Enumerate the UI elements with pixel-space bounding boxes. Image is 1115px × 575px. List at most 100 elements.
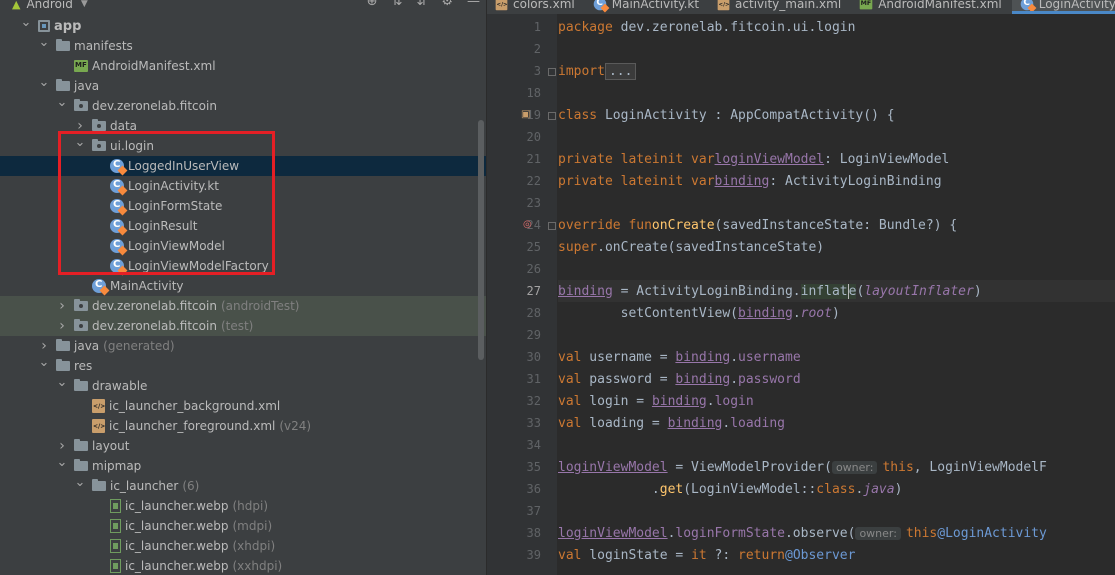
tree-item[interactable]: res xyxy=(0,356,486,376)
tree-item[interactable]: LoginResult xyxy=(0,216,486,236)
code-line[interactable]: super .onCreate(savedInstanceState) xyxy=(558,236,1115,258)
code-line[interactable] xyxy=(558,126,1115,148)
chevron-right-icon[interactable] xyxy=(56,438,68,454)
override-marker-icon[interactable]: ◎ xyxy=(523,219,532,230)
chevron-down-icon[interactable] xyxy=(74,139,86,154)
tree-item[interactable]: ic_launcher_background.xml xyxy=(0,396,486,416)
tree-item[interactable]: ic_launcher_foreground.xml(v24) xyxy=(0,416,486,436)
editor-tab[interactable]: AndroidManifest.xml xyxy=(851,0,1012,14)
code-line[interactable]: val loading = binding. loading xyxy=(558,412,1115,434)
fold-toggle-icon[interactable] xyxy=(548,68,556,76)
chevron-down-icon[interactable] xyxy=(74,479,86,494)
code-line[interactable]: val password = binding. password xyxy=(558,368,1115,390)
fold-toggle-icon[interactable] xyxy=(548,112,556,120)
editor-tab[interactable]: MainActivity.kt xyxy=(585,0,709,14)
tree-item[interactable]: ic_launcher.webp (xxhdpi) xyxy=(0,556,486,575)
project-scrollbar[interactable] xyxy=(478,120,484,360)
kotlin-class-icon xyxy=(110,179,124,193)
tree-item[interactable]: ic_launcher.webp (xhdpi) xyxy=(0,536,486,556)
chevron-down-icon[interactable]: ▼ xyxy=(81,0,88,9)
tree-item[interactable]: ic_launcher(6) xyxy=(0,476,486,496)
code-line[interactable]: import ... xyxy=(558,60,1115,82)
folder-icon xyxy=(56,39,70,51)
code-line[interactable] xyxy=(558,434,1115,456)
code-line[interactable] xyxy=(558,258,1115,280)
tree-item[interactable]: manifests xyxy=(0,36,486,56)
code-line[interactable]: loginViewModel. loginFormState .observe(ow… xyxy=(558,522,1115,544)
chevron-down-icon[interactable] xyxy=(56,459,68,474)
tree-item[interactable]: dev.zeronelab.fitcoin(test) xyxy=(0,316,486,336)
kotlin-class-icon xyxy=(110,199,124,213)
tree-item[interactable]: dev.zeronelab.fitcoin xyxy=(0,96,486,116)
collapse-all-icon[interactable]: ⇵ xyxy=(416,0,427,9)
tree-item[interactable]: ic_launcher.webp (mdpi) xyxy=(0,516,486,536)
chevron-right-icon[interactable] xyxy=(38,338,50,354)
project-view-selector[interactable]: Android xyxy=(26,0,72,11)
tree-item-suffix: (xhdpi) xyxy=(232,539,276,553)
code-line[interactable]: val login = binding. login xyxy=(558,390,1115,412)
chevron-down-icon[interactable] xyxy=(20,19,32,34)
tree-item[interactable]: drawable xyxy=(0,376,486,396)
tree-item[interactable]: LoginActivity.kt xyxy=(0,176,486,196)
code-line[interactable] xyxy=(558,324,1115,346)
chevron-right-icon[interactable] xyxy=(56,298,68,314)
folder-icon xyxy=(74,379,88,391)
code-line[interactable]: binding = ActivityLoginBinding. inflat e(l… xyxy=(558,280,1115,302)
tree-item[interactable]: ic_launcher.webp (hdpi) xyxy=(0,496,486,516)
chevron-down-icon[interactable] xyxy=(38,359,50,374)
tree-item[interactable]: LoginViewModelFactory xyxy=(0,256,486,276)
tree-item-suffix: (mdpi) xyxy=(232,519,273,533)
editor-tab[interactable]: LoginActivity.kt xyxy=(1011,0,1115,14)
code-line[interactable] xyxy=(558,82,1115,104)
chevron-down-icon[interactable] xyxy=(38,79,50,94)
tree-item-label: LoginViewModelFactory xyxy=(128,259,269,273)
project-panel-header: ▲ Android ▼ ⊕ ⇅ ⇵ ⚙ — xyxy=(0,0,486,14)
code-line[interactable]: private lateinit var binding: ActivityLo… xyxy=(558,170,1115,192)
tree-item[interactable]: LoginFormState xyxy=(0,196,486,216)
chevron-down-icon[interactable] xyxy=(38,39,50,54)
code-line[interactable]: setContentView(binding. root) xyxy=(558,302,1115,324)
code-line[interactable]: override fun onCreate (savedInstanceState… xyxy=(558,214,1115,236)
tree-item[interactable]: data xyxy=(0,116,486,136)
layout-preview-icon[interactable]: ▣ xyxy=(521,109,530,120)
tree-item[interactable]: LoginViewModel xyxy=(0,236,486,256)
line-number: 25 xyxy=(526,240,541,254)
code-line[interactable] xyxy=(558,192,1115,214)
chevron-right-icon[interactable] xyxy=(74,118,86,134)
code-line[interactable] xyxy=(558,500,1115,522)
code-line[interactable] xyxy=(558,38,1115,60)
code-line[interactable]: private lateinit var loginViewModel: Log… xyxy=(558,148,1115,170)
tree-item-label: LoginFormState xyxy=(128,199,223,213)
tree-item[interactable]: mipmap xyxy=(0,456,486,476)
gear-icon[interactable]: ⚙ xyxy=(441,0,453,9)
code-line[interactable]: val username = binding. username xyxy=(558,346,1115,368)
tree-item[interactable]: java(generated) xyxy=(0,336,486,356)
manifest-icon xyxy=(859,0,873,10)
tree-item[interactable]: ui.login xyxy=(0,136,486,156)
tree-item[interactable]: MainActivity xyxy=(0,276,486,296)
tree-item[interactable]: java xyxy=(0,76,486,96)
code-line[interactable]: val loginState = it ?: return @Observer xyxy=(558,544,1115,566)
code-line[interactable]: package dev.zeronelab.fitcoin.ui.login xyxy=(558,16,1115,38)
line-number: 26 xyxy=(526,262,541,276)
tree-item[interactable]: AndroidManifest.xml xyxy=(0,56,486,76)
expand-all-icon[interactable]: ⇅ xyxy=(392,0,403,9)
hide-icon[interactable]: — xyxy=(467,0,480,9)
tree-item[interactable]: app xyxy=(0,16,486,36)
editor-tab[interactable]: activity_main.xml xyxy=(709,0,851,14)
manifest-icon xyxy=(74,60,88,72)
chevron-right-icon[interactable] xyxy=(56,318,68,334)
chevron-down-icon[interactable] xyxy=(56,379,68,394)
tree-item[interactable]: LoggedInUserView xyxy=(0,156,486,176)
code-line[interactable]: class LoginActivity : AppCompatActivity(… xyxy=(558,104,1115,126)
locate-icon[interactable]: ⊕ xyxy=(367,0,378,9)
line-number: 28 xyxy=(526,306,541,320)
editor-tab[interactable]: colors.xml xyxy=(487,0,585,14)
tree-item[interactable]: dev.zeronelab.fitcoin(androidTest) xyxy=(0,296,486,316)
tree-item[interactable]: layout xyxy=(0,436,486,456)
code-line[interactable]: loginViewModel = ViewModelProvider(owner… xyxy=(558,456,1115,478)
tree-item-label: LoggedInUserView xyxy=(128,159,240,173)
chevron-down-icon[interactable] xyxy=(56,99,68,114)
fold-toggle-icon[interactable] xyxy=(548,222,556,230)
code-line[interactable]: . get (LoginViewModel:: class. java) xyxy=(558,478,1115,500)
